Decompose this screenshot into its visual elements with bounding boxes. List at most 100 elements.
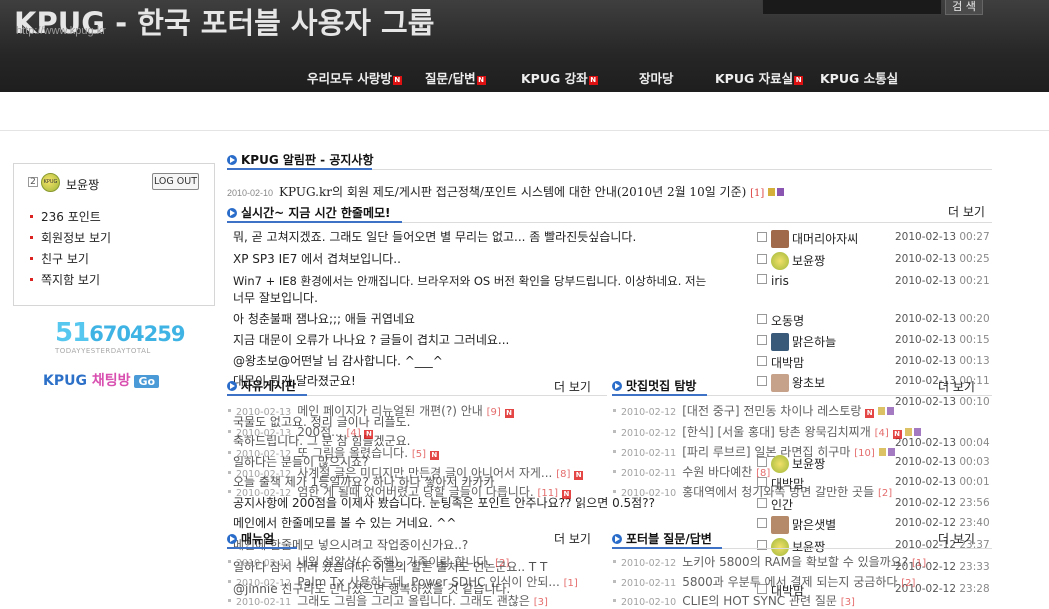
memo-time: 2010-02-13 00:01 bbox=[895, 476, 990, 488]
memo-header: 실시간~ 지금 시간 한줄메모! bbox=[227, 204, 391, 221]
memo-author[interactable]: 오동명 bbox=[757, 312, 804, 329]
memo-time: 2010-02-13 00:27 bbox=[895, 231, 990, 243]
search-button[interactable]: 검 색 bbox=[945, 0, 983, 15]
memo-author[interactable]: 맑은하늘 bbox=[757, 333, 836, 351]
main-nav: 우리모두 사랑방 N 질문/답변 N KPUG 강좌 N 장마당 KPUG 자료실 N … bbox=[0, 68, 1049, 86]
qa-board-item[interactable]: 2010-02-10 CLIE의 HOT SYNC 관련 질문 [3] bbox=[613, 592, 855, 609]
free-board-item[interactable]: 2010-02-12 엄한 게 될때 었어버렸고 당할 글들이 다릅니다. [11… bbox=[228, 483, 571, 500]
memo-author[interactable]: 왕초보 bbox=[757, 374, 825, 392]
memo-time: 2010-02-13 00:15 bbox=[895, 334, 990, 346]
level-badge bbox=[757, 254, 767, 264]
arrow-bullet-icon bbox=[227, 155, 237, 165]
manual-board-more-link[interactable]: 더 보기 bbox=[554, 530, 591, 547]
memo-more-link[interactable]: 더 보기 bbox=[948, 203, 985, 220]
food-board-item[interactable]: 2010-02-11 [파리 루브르] 일본 라면집 히구마 [10] bbox=[613, 443, 895, 460]
arrow-bullet-icon bbox=[227, 534, 237, 544]
points-link[interactable]: 236 포인트 bbox=[30, 208, 101, 225]
qa-board-item[interactable]: 2010-02-12 노키아 5800의 RAM을 확보할 수 있을까요? [1] bbox=[613, 553, 926, 570]
free-board-header: 자유게시판 bbox=[227, 377, 296, 394]
username[interactable]: 보윤짱 bbox=[66, 176, 99, 193]
memo-text: Win7 + IE8 환경에서는 안깨집니다. 브라우저와 OS 버전 확인을 … bbox=[233, 274, 707, 288]
site-url[interactable]: http://www.kpug.kr bbox=[16, 25, 106, 37]
avatar bbox=[771, 374, 789, 392]
counter-labels: TODAYYESTERDAYTOTAL bbox=[55, 347, 151, 355]
friends-link[interactable]: 친구 보기 bbox=[30, 250, 89, 267]
level-badge bbox=[757, 314, 767, 324]
arrow-bullet-icon bbox=[227, 208, 237, 218]
attachment-icon bbox=[768, 188, 785, 196]
memo-author[interactable]: iris bbox=[757, 274, 789, 288]
free-board-item[interactable]: 2010-02-13 200점... [4] N bbox=[228, 423, 374, 440]
new-badge: N bbox=[561, 490, 571, 499]
free-board-item[interactable]: 2010-02-12 사계절 글은 미디지만 만든경 글이 아니어서 자게... … bbox=[228, 464, 584, 481]
level-badge bbox=[757, 518, 767, 528]
manual-board-item[interactable]: 2010-02-12 Palm Tx 사용하는데, Power SDHC 인식이 … bbox=[228, 573, 578, 590]
header-divider bbox=[0, 130, 1049, 131]
nav-item-archive[interactable]: KPUG 자료실 N bbox=[715, 68, 804, 87]
new-badge: N bbox=[892, 430, 902, 439]
messages-link[interactable]: 쪽지함 보기 bbox=[30, 271, 100, 288]
food-board-item[interactable]: 2010-02-12 [대전 중구] 전민동 차이나 레스토랑 N bbox=[613, 402, 895, 419]
visitor-counter: 516704259 TODAYYESTERDAYTOTAL bbox=[55, 318, 185, 355]
counter-yesterday: 04 bbox=[116, 322, 144, 346]
search-input[interactable] bbox=[762, 0, 942, 15]
memo-time: 2010-02-13 00:21 bbox=[895, 275, 990, 287]
memo-author[interactable]: 대머리아자씨 bbox=[757, 230, 858, 248]
nav-item-communication[interactable]: KPUG 소통실 bbox=[820, 68, 898, 87]
level-badge: 2 bbox=[28, 177, 38, 187]
new-badge: N bbox=[865, 409, 875, 418]
free-board-item[interactable]: 2010-02-12 또 그림을 올렸습니다. [5] N bbox=[228, 444, 439, 461]
food-board-item[interactable]: 2010-02-10 홍대역에서 청기와쪽 방면 갈만한 곳들 [2] bbox=[613, 483, 892, 500]
new-badge: N bbox=[588, 76, 598, 85]
chat-go-button[interactable]: Go bbox=[134, 375, 160, 388]
attachment-icon bbox=[878, 407, 895, 415]
arrow-bullet-icon bbox=[612, 381, 622, 391]
nav-item-qna[interactable]: 질문/답변 N bbox=[425, 68, 486, 87]
memo-text: 메인에서 한줄메모를 볼 수 있는 거네요. ^^ bbox=[233, 516, 457, 530]
nav-item-market[interactable]: 장마당 bbox=[639, 68, 674, 87]
profile-link[interactable]: 회원정보 보기 bbox=[30, 229, 111, 246]
memo-time: 2010-02-13 00:03 bbox=[895, 456, 990, 468]
avatar bbox=[771, 333, 789, 351]
memo-time: 2010-02-12 23:40 bbox=[895, 517, 990, 529]
avatar bbox=[771, 516, 789, 534]
memo-author[interactable]: 맑은샛별 bbox=[757, 516, 836, 534]
manual-board-header: 매뉴얼 bbox=[227, 530, 274, 547]
level-badge bbox=[757, 376, 767, 386]
memo-author[interactable]: 보윤짱 bbox=[757, 252, 825, 270]
memo-text: 아 청춘불패 잼나요;;; 애들 귀엽네요 bbox=[233, 312, 415, 326]
logout-button[interactable]: LOG OUT bbox=[152, 173, 199, 190]
nav-item-sarangbang[interactable]: 우리모두 사랑방 N bbox=[307, 68, 402, 87]
chat-room-banner[interactable]: KPUG 채팅방 Go bbox=[43, 370, 187, 390]
notice-item[interactable]: 2010-02-10 KPUG.kr의 회원 제도/게시판 접근정책/포인트 시스… bbox=[227, 183, 785, 200]
qa-board-item[interactable]: 2010-02-11 5800과 우분투 에서 결제 되는지 궁금하다 [2] bbox=[613, 573, 915, 590]
site-header: KPUG - 한국 포터블 사용자 그룹 http://www.kpug.kr … bbox=[0, 0, 1049, 92]
free-board-more-link[interactable]: 더 보기 bbox=[554, 378, 591, 395]
arrow-bullet-icon bbox=[612, 534, 622, 544]
food-board-item[interactable]: 2010-02-11 수원 바다예찬 [8] bbox=[613, 463, 770, 480]
food-board-header: 맛집멋집 탐방 bbox=[612, 377, 696, 394]
new-badge: N bbox=[574, 471, 584, 480]
manual-board-item[interactable]: 2010-02-12 내일 설알상(소중해), 가족이랑 합니다. [2] bbox=[228, 553, 509, 570]
food-board-more-link[interactable]: 더 보기 bbox=[938, 378, 975, 395]
nav-item-lecture[interactable]: KPUG 강좌 N bbox=[521, 68, 598, 87]
level-badge bbox=[757, 274, 767, 284]
new-badge: N bbox=[794, 76, 804, 85]
free-board-item[interactable]: 2010-02-13 메인 페이지가 리뉴얼된 개편(?) 안내 [9] N bbox=[228, 402, 514, 419]
new-badge: N bbox=[392, 76, 402, 85]
notice-header: KPUG 알림판 - 공지사항 bbox=[227, 151, 374, 168]
counter-total: 51 bbox=[55, 318, 90, 348]
login-box: 2 KPUG 보윤짱 LOG OUT 236 포인트 회원정보 보기 친구 보기… bbox=[13, 163, 215, 306]
attachment-icon bbox=[878, 448, 895, 456]
manual-board-item[interactable]: 2010-02-11 그래도 그림을 그리고 올립니다. 그래도 괜찮은 [3] bbox=[228, 592, 548, 609]
level-badge bbox=[757, 335, 767, 345]
new-badge: N bbox=[476, 76, 486, 85]
memo-text: @왕초보@어떤날 님 감사합니다. ^___^ bbox=[233, 354, 443, 368]
attachment-icon bbox=[905, 428, 922, 436]
food-board-item[interactable]: 2010-02-12 [한식] [서울 홍대] 탕촌 왕묵김치찌개 [4] N bbox=[613, 423, 922, 440]
memo-text: XP SP3 IE7 에서 겹쳐보입니다.. bbox=[233, 252, 401, 266]
qa-board-more-link[interactable]: 더 보기 bbox=[938, 530, 975, 547]
memo-author[interactable]: 대박맘 bbox=[757, 354, 804, 371]
new-badge: N bbox=[429, 451, 439, 460]
memo-time: 2010-02-13 00:13 bbox=[895, 355, 990, 367]
